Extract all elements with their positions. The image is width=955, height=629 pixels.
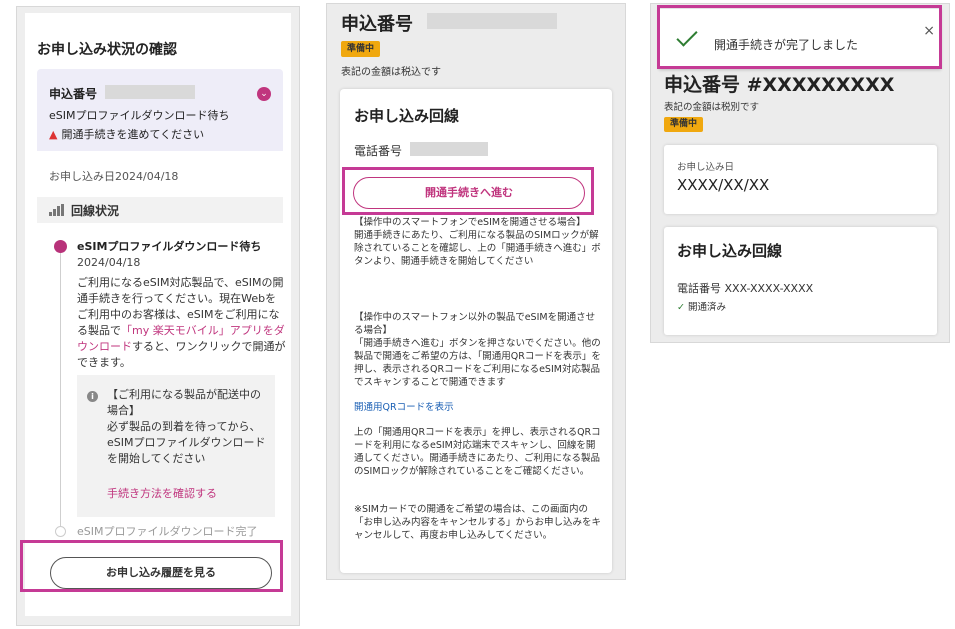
application-line-card: お申し込み回線 電話番号 XXX-XXXX-XXXX ✓ 開通済み (664, 227, 937, 335)
check-procedure-link[interactable]: 手続き方法を確認する (107, 485, 217, 501)
redacted-application-number (427, 13, 557, 29)
application-number-label: 申込番号 (49, 87, 98, 101)
application-line-card: お申し込み回線 電話番号 開通手続きへ進む 【操作中のスマートフォンでeSIMを… (340, 89, 612, 573)
phone-label: 電話番号 (354, 144, 403, 158)
date-label: お申し込み日 (677, 162, 735, 173)
chevron-down-icon[interactable]: ⌄ (257, 87, 271, 101)
card-title: お申し込み回線 (354, 107, 460, 125)
instruction-other-device: 【操作中のスマートフォン以外の製品でeSIMを開通させる場合】 「開通手続きへ進… (354, 312, 601, 388)
application-date: お申し込み日2024/04/18 (49, 170, 179, 183)
phone-number: 電話番号 XXX-XXXX-XXXX (677, 282, 814, 295)
timeline-dot-inactive (55, 526, 66, 537)
application-number-title: 申込番号 (341, 14, 413, 35)
note-heading: 【ご利用になる製品が配送中の場合】 (107, 388, 261, 417)
timeline-line (60, 251, 61, 529)
card-title: お申し込み回線 (677, 242, 783, 260)
redacted-application-number (105, 85, 195, 99)
highlight-frame (657, 5, 942, 69)
highlight-frame (342, 167, 594, 215)
activation-status: ✓ 開通済み (677, 299, 726, 313)
warning-icon: ▲ (49, 128, 58, 141)
status-badge: 準備中 (341, 41, 381, 57)
tax-note: 表記の金額は税込です (341, 67, 441, 78)
instruction-same-device: 【操作中のスマートフォンでeSIMを開通させる場合】 開通手続きにあたり、ご利用… (354, 217, 601, 267)
qr-instruction: 上の「開通用QRコードを表示」を押し、表示されるQRコードを利用になるeSIM対… (354, 427, 601, 477)
application-number-title: 申込番号 #XXXXXXXXX (664, 74, 895, 96)
timeline-step-title: eSIMプロファイルダウンロード待ち (77, 240, 262, 253)
info-icon: i (87, 391, 98, 402)
line-status-label: 回線状況 (71, 204, 120, 218)
timeline-dot-active (54, 240, 67, 253)
status-card: お申し込み状況の確認 申込番号 ⌄ eSIMプロファイルダウンロード待ち ▲ 開通… (25, 13, 291, 616)
tax-note: 表記の金額は税別です (664, 102, 760, 113)
line-activation-panel: 申込番号 準備中 表記の金額は税込です お申し込み回線 電話番号 開通手続きへ進… (326, 3, 626, 580)
warning-text: 開通手続きを進めてください (61, 128, 205, 141)
note-body: 必ず製品の到着を待ってから、eSIMプロファイルダウンロードを開始してください (107, 420, 266, 465)
date-value: XXXX/XX/XX (677, 176, 770, 194)
timeline-step-pending: eSIMプロファイルダウンロード完了 (77, 525, 258, 538)
sim-card-note: ※SIMカードでの開通をご希望の場合は、この画面内の「お申し込み内容をキャンセル… (354, 504, 602, 541)
signal-icon (49, 204, 65, 216)
activation-status-text: 開通済み (687, 302, 726, 313)
application-date-card: お申し込み日 XXXX/XX/XX (664, 145, 937, 214)
highlight-frame (20, 540, 283, 592)
status-panel: お申し込み状況の確認 申込番号 ⌄ eSIMプロファイルダウンロード待ち ▲ 開通… (16, 6, 300, 626)
line-status-header: 回線状況 (37, 197, 283, 223)
check-icon: ✓ (677, 302, 685, 313)
redacted-phone-number (410, 142, 488, 156)
timeline-step-description: ご利用になるeSIM対応製品で、eSIMの開通手続きを行ってください。現在Web… (77, 275, 287, 371)
warning-message: ▲ 開通手続きを進めてください (49, 126, 204, 142)
timeline-step-date: 2024/04/18 (77, 256, 141, 269)
delivery-note: i 【ご利用になる製品が配送中の場合】 必ず製品の到着を待ってから、eSIMプロ… (77, 375, 275, 517)
status-badge: 準備中 (664, 117, 704, 132)
show-qr-code-link[interactable]: 開通用QRコードを表示 (354, 399, 454, 413)
application-summary[interactable]: 申込番号 ⌄ eSIMプロファイルダウンロード待ち ▲ 開通手続きを進めてください (37, 69, 283, 151)
page-title: お申し込み状況の確認 (37, 42, 177, 58)
application-status: eSIMプロファイルダウンロード待ち (49, 109, 230, 122)
